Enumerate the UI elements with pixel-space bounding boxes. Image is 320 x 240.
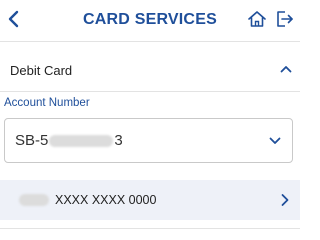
page-title: CARD SERVICES	[83, 11, 217, 28]
list-divider	[0, 228, 300, 229]
chevron-down-icon[interactable]	[269, 136, 281, 146]
chevron-left-icon[interactable]	[6, 7, 22, 31]
chevron-right-icon[interactable]	[280, 193, 290, 207]
account-number-suffix: 3	[114, 132, 123, 149]
section-label: Debit Card	[10, 62, 73, 78]
app-header: CARD SERVICES	[0, 0, 300, 40]
section-divider	[0, 91, 300, 92]
chevron-up-icon[interactable]	[280, 64, 292, 74]
home-icon[interactable]	[247, 9, 267, 29]
account-number-prefix: SB-5	[15, 132, 49, 149]
masked-digits	[49, 134, 114, 147]
account-number-select[interactable]: SB-5 3	[4, 118, 293, 163]
card-number: XXXX XXXX 0000	[18, 193, 156, 207]
account-number-label: Account Number	[4, 97, 90, 109]
masked-card-prefix	[19, 194, 49, 206]
card-list-item[interactable]: XXXX XXXX 0000	[0, 180, 300, 220]
account-number-value: SB-5 3	[15, 132, 123, 149]
logout-icon[interactable]	[274, 9, 294, 29]
header-divider	[0, 41, 300, 42]
debit-card-section-header[interactable]: Debit Card	[0, 50, 300, 90]
card-number-text: XXXX XXXX 0000	[55, 193, 157, 207]
